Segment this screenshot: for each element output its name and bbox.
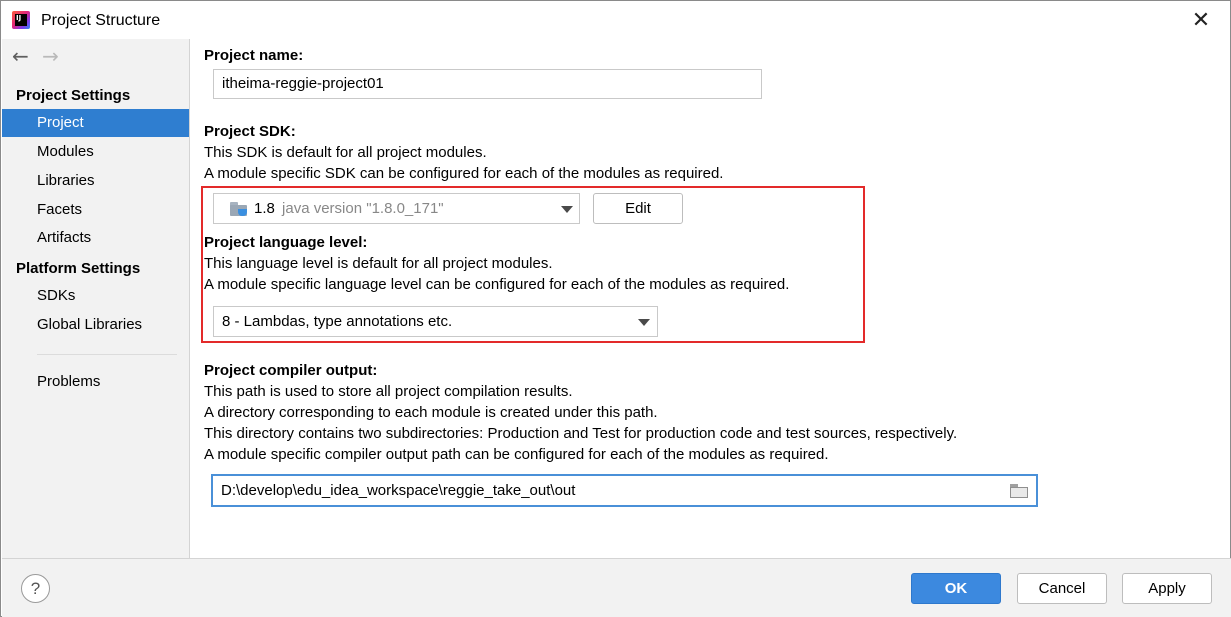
language-level-description-1: This language level is default for all p… — [204, 255, 553, 272]
sidebar-item-project[interactable]: Project — [2, 109, 189, 137]
compiler-output-description-3: This directory contains two subdirectori… — [204, 425, 958, 442]
forward-arrow-icon[interactable]: → — [42, 45, 68, 67]
sdk-dropdown[interactable]: 1.8 java version "1.8.0_171" — [213, 193, 580, 224]
compiler-output-description-4: A module specific compiler output path c… — [204, 446, 829, 463]
sdk-edit-button[interactable]: Edit — [593, 193, 683, 224]
app-logo-text: IJ — [15, 14, 27, 26]
browse-folder-icon[interactable] — [1010, 484, 1028, 498]
sidebar-item-problems[interactable]: Problems — [2, 368, 189, 396]
sdk-version: 1.8 — [254, 200, 275, 217]
close-icon[interactable]: ✕ — [1186, 8, 1216, 34]
sidebar: ← → Project Settings Project Modules Lib… — [2, 39, 190, 558]
language-level-value: 8 - Lambdas, type annotations etc. — [222, 313, 453, 330]
project-sdk-label: Project SDK: — [204, 123, 296, 140]
compiler-output-label: Project compiler output: — [204, 362, 378, 379]
project-settings-header: Project Settings — [16, 87, 131, 104]
ok-button[interactable]: OK — [911, 573, 1001, 604]
title-bar: IJ Project Structure ✕ — [1, 1, 1230, 39]
compiler-output-description-2: A directory corresponding to each module… — [204, 404, 658, 421]
main-panel: Project name: itheima-reggie-project01 P… — [191, 39, 1230, 558]
apply-button[interactable]: Apply — [1122, 573, 1212, 604]
dialog-footer: ? OK Cancel Apply — [2, 558, 1231, 617]
sidebar-item-artifacts[interactable]: Artifacts — [2, 224, 189, 252]
project-name-label: Project name: — [204, 47, 304, 64]
sdk-folder-icon — [230, 202, 248, 216]
help-icon[interactable]: ? — [21, 574, 50, 603]
chevron-down-icon — [638, 319, 650, 326]
sdk-description-2: A module specific SDK can be configured … — [204, 165, 724, 182]
sidebar-divider — [37, 354, 177, 355]
sdk-description-1: This SDK is default for all project modu… — [204, 144, 487, 161]
sdk-selected-value: 1.8 java version "1.8.0_171" — [254, 194, 444, 223]
chevron-down-icon — [561, 206, 573, 213]
nav-arrows: ← → — [12, 45, 68, 67]
language-level-label: Project language level: — [204, 234, 368, 251]
compiler-output-path-input[interactable]: D:\develop\edu_idea_workspace\reggie_tak… — [211, 474, 1038, 507]
compiler-output-description-1: This path is used to store all project c… — [204, 383, 573, 400]
sdk-version-description: java version "1.8.0_171" — [282, 200, 444, 217]
sidebar-item-libraries[interactable]: Libraries — [2, 167, 189, 195]
compiler-output-path-value: D:\develop\edu_idea_workspace\reggie_tak… — [221, 482, 576, 499]
platform-settings-header: Platform Settings — [16, 260, 141, 277]
language-level-description-2: A module specific language level can be … — [204, 276, 790, 293]
sidebar-item-facets[interactable]: Facets — [2, 196, 189, 224]
sidebar-item-sdks[interactable]: SDKs — [2, 282, 189, 310]
language-level-dropdown[interactable]: 8 - Lambdas, type annotations etc. — [213, 306, 658, 337]
back-arrow-icon[interactable]: ← — [12, 45, 38, 67]
project-name-input[interactable]: itheima-reggie-project01 — [213, 69, 762, 99]
sidebar-item-modules[interactable]: Modules — [2, 138, 189, 166]
cancel-button[interactable]: Cancel — [1017, 573, 1107, 604]
project-structure-dialog: IJ Project Structure ✕ ← → Project Setti… — [0, 0, 1231, 617]
app-logo-icon: IJ — [12, 11, 30, 29]
sidebar-item-global-libraries[interactable]: Global Libraries — [2, 311, 189, 339]
window-title: Project Structure — [41, 12, 161, 29]
